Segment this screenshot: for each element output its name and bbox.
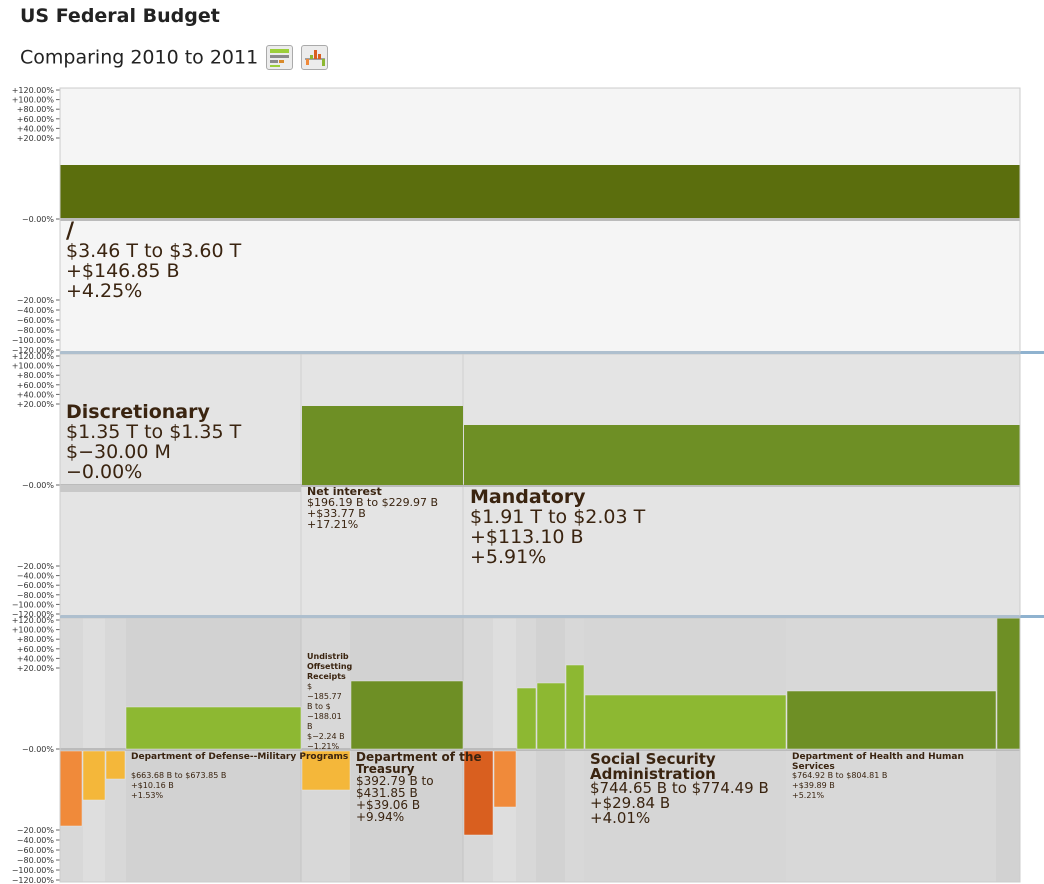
y-tick-label: −0.00% (22, 481, 55, 490)
label-hhs-range: $764.92 B to $804.81 B (792, 771, 887, 780)
y-tick-label: −100.00% (12, 866, 55, 875)
bar-net-interest (302, 406, 463, 485)
bar-agency-1 (82, 750, 106, 801)
y-tick-label: +80.00% (17, 371, 55, 380)
y-tick-label: −100.00% (12, 336, 55, 345)
label-hhs-name-line: Department of Health and Human (792, 752, 964, 762)
bar-agency-8 (516, 687, 537, 750)
y-tick-label: −40.00% (17, 572, 55, 581)
y-tick-label: −40.00% (17, 836, 55, 845)
label-treasury-pct: +9.94% (356, 810, 404, 824)
label-mandatory-range: $1.91 T to $2.03 T (470, 506, 646, 528)
zero-line (60, 218, 1020, 221)
bar-agency-5 (350, 680, 464, 750)
label-discretionary-name: Discretionary (66, 401, 210, 423)
label-undistributed-detail-line: −1.21% (307, 742, 340, 751)
label-discretionary-pct: −0.00% (66, 461, 142, 483)
label-defense-change: +$10.16 B (131, 781, 174, 790)
bar-agency-2 (105, 750, 126, 780)
y-tick-label: +40.00% (17, 390, 55, 399)
y-tick-label: −80.00% (17, 591, 55, 600)
y-tick-label: +60.00% (17, 381, 55, 390)
budget-chart: +120.00%+100.00%+80.00%+60.00%+40.00%+20… (12, 86, 1044, 884)
label-defense-range: $663.68 B to $673.85 B (131, 771, 226, 780)
label-ssa-pct: +4.01% (590, 809, 650, 827)
label-root-range: $3.46 T to $3.60 T (66, 240, 242, 262)
y-tick-label: +100.00% (12, 362, 55, 371)
y-tick-label: −20.00% (17, 826, 55, 835)
y-tick-label: −60.00% (17, 316, 55, 325)
label-mandatory-change: +$113.10 B (470, 526, 584, 548)
bar-mandatory (464, 425, 1020, 485)
label-undistributed-detail-line: $ (307, 682, 312, 691)
bar-agency-0 (59, 750, 83, 827)
y-tick-label: −100.00% (12, 600, 55, 609)
label-undistributed-detail-line: $−2.24 B (307, 732, 345, 741)
y-tick-label: +100.00% (12, 626, 55, 635)
label-mandatory-name: Mandatory (470, 486, 586, 508)
y-tick-label: +120.00% (12, 352, 55, 361)
y-tick-label: −20.00% (17, 562, 55, 571)
y-tick-label: +60.00% (17, 115, 55, 124)
label-undistributed-detail-line: B to $ (307, 702, 331, 711)
y-tick-label: +60.00% (17, 645, 55, 654)
bar-agency-11 (584, 694, 787, 750)
y-tick-label: −40.00% (17, 306, 55, 315)
bar-root (60, 165, 1020, 219)
y-tick-label: −20.00% (17, 296, 55, 305)
y-tick-label: +20.00% (17, 134, 55, 143)
y-tick-label: +120.00% (12, 616, 55, 625)
y-tick-label: −60.00% (17, 581, 55, 590)
label-undistributed-detail-line: B (307, 722, 313, 731)
label-net-interest-pct: +17.21% (307, 518, 358, 531)
bar-discretionary (60, 485, 301, 492)
bar-agency-3 (125, 706, 302, 750)
y-tick-label: −60.00% (17, 846, 55, 855)
bar-agency-13 (996, 617, 1021, 750)
y-tick-label: −120.00% (12, 876, 55, 884)
label-defense-name: Department of Defense--Military Programs (131, 752, 348, 762)
bar-agency-9 (536, 682, 566, 750)
label-root-pct: +4.25% (66, 280, 142, 302)
label-hhs-pct: +5.21% (792, 791, 825, 800)
label-undistributed-name-line: Receipts (307, 672, 346, 681)
y-tick-label: −0.00% (22, 215, 55, 224)
y-tick-label: +20.00% (17, 664, 55, 673)
label-undistributed-name-line: Offsetting (307, 662, 353, 671)
bar-agency-10 (565, 664, 585, 750)
label-undistributed-detail-line: −188.01 (307, 712, 342, 721)
y-tick-label: +80.00% (17, 635, 55, 644)
y-tick-label: +20.00% (17, 400, 55, 409)
label-discretionary-change: $−30.00 M (66, 441, 171, 463)
y-tick-label: −80.00% (17, 326, 55, 335)
label-undistributed-detail-line: −185.77 (307, 692, 342, 701)
y-tick-label: −80.00% (17, 856, 55, 865)
label-discretionary-range: $1.35 T to $1.35 T (66, 421, 242, 443)
bar-agency-7 (493, 750, 517, 808)
y-tick-label: +40.00% (17, 124, 55, 133)
bar-agency-12 (786, 690, 997, 750)
y-tick-label: +120.00% (12, 86, 55, 95)
y-tick-label: −0.00% (22, 745, 55, 754)
label-defense-pct: +1.53% (131, 791, 164, 800)
y-tick-label: +40.00% (17, 654, 55, 663)
label-root-change: +$146.85 B (66, 260, 180, 282)
label-mandatory-pct: +5.91% (470, 546, 546, 568)
label-hhs-change: +$39.89 B (792, 781, 835, 790)
y-tick-label: +100.00% (12, 96, 55, 105)
label-undistributed-name-line: Undistrib (307, 652, 349, 661)
y-tick-label: +80.00% (17, 105, 55, 114)
